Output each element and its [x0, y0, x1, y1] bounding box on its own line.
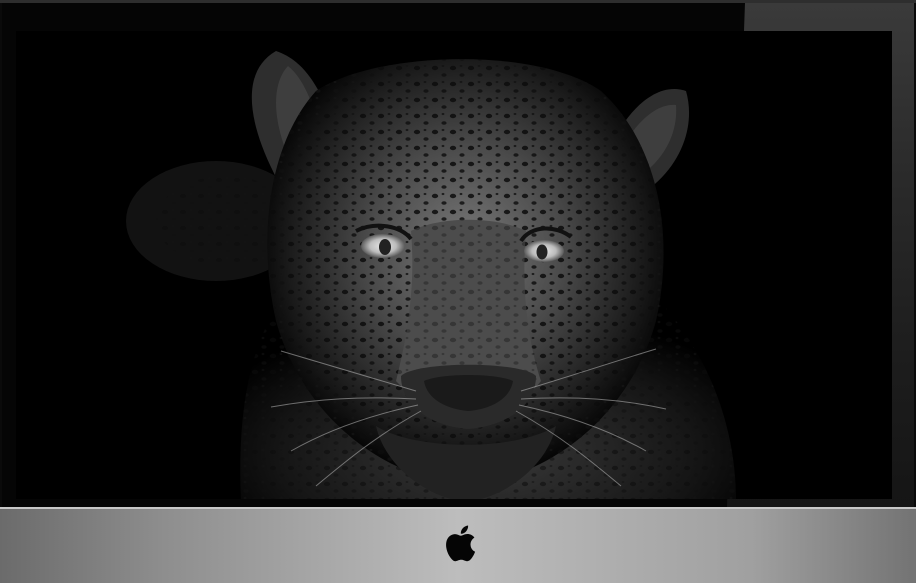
- display-screen: [16, 31, 892, 499]
- screen-bezel: [2, 3, 914, 507]
- chin-highlight: [0, 507, 916, 509]
- leopard-wallpaper: [16, 31, 892, 499]
- apple-logo-icon: [441, 520, 483, 566]
- imac-monitor: [0, 0, 916, 583]
